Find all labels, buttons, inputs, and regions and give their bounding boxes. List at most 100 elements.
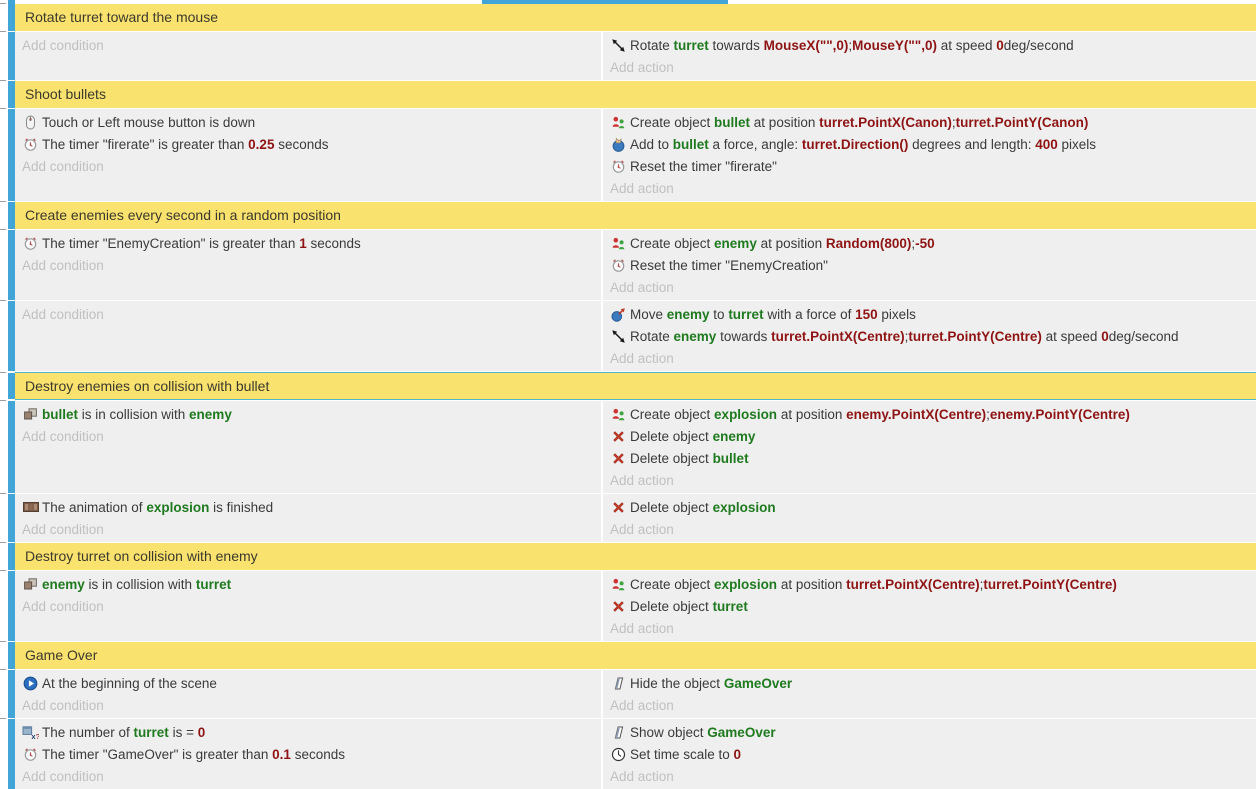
conditions-cell[interactable]: bullet is in collision with enemyAdd con… — [15, 401, 603, 493]
conditions-cell[interactable]: Add condition — [15, 301, 603, 371]
comment-row[interactable]: Shoot bullets — [15, 81, 1256, 108]
text-segment: 0 — [1101, 329, 1109, 344]
add-condition-button[interactable]: Add condition — [22, 155, 597, 177]
text-segment: Move — [630, 307, 667, 322]
text-segment: The number of — [42, 725, 134, 740]
condition-line[interactable]: bullet is in collision with enemy — [22, 403, 597, 425]
action-line[interactable]: Delete object turret — [610, 595, 1252, 617]
condition-line[interactable]: The animation of explosion is finished — [22, 496, 597, 518]
action-text: Set time scale to 0 — [630, 747, 741, 762]
add-condition-button[interactable]: Add condition — [22, 425, 597, 447]
action-line[interactable]: Create object explosion at position turr… — [610, 573, 1252, 595]
action-line[interactable]: Add to bullet a force, angle: turret.Dir… — [610, 133, 1252, 155]
condition-line[interactable]: The timer "EnemyCreation" is greater tha… — [22, 232, 597, 254]
actions-cell[interactable]: Hide the object GameOverAdd action — [603, 670, 1256, 718]
conditions-cell[interactable]: At the beginning of the sceneAdd conditi… — [15, 670, 603, 718]
add-action-button[interactable]: Add action — [610, 469, 1252, 491]
actions-cell[interactable]: Create object explosion at position turr… — [603, 571, 1256, 641]
action-line[interactable]: Reset the timer "firerate" — [610, 155, 1252, 177]
comment-text: Destroy enemies on collision with bullet — [25, 378, 269, 394]
animation-icon — [22, 499, 39, 515]
add-condition-button[interactable]: Add condition — [22, 765, 597, 787]
add-condition-button[interactable]: Add condition — [22, 595, 597, 617]
add-condition-button[interactable]: Add condition — [22, 254, 597, 276]
event-row[interactable]: x?The number of turret is = 0The timer "… — [15, 719, 1256, 789]
add-action-button[interactable]: Add action — [610, 518, 1252, 540]
conditions-cell[interactable]: x?The number of turret is = 0The timer "… — [15, 719, 603, 789]
text-segment: enemy — [667, 307, 710, 322]
action-text: Create object bullet at position turret.… — [630, 115, 1088, 130]
conditions-cell[interactable]: Add condition — [15, 32, 603, 80]
event-row[interactable]: The timer "EnemyCreation" is greater tha… — [15, 230, 1256, 300]
actions-cell[interactable]: Create object bullet at position turret.… — [603, 109, 1256, 201]
condition-line[interactable]: The timer "GameOver" is greater than 0.1… — [22, 743, 597, 765]
action-line[interactable]: Create object enemy at position Random(8… — [610, 232, 1252, 254]
action-line[interactable]: Show object GameOver — [610, 721, 1252, 743]
action-line[interactable]: Delete object explosion — [610, 496, 1252, 518]
create-object-icon — [610, 406, 627, 422]
conditions-cell[interactable]: enemy is in collision with turretAdd con… — [15, 571, 603, 641]
comment-row[interactable]: Rotate turret toward the mouse — [15, 4, 1256, 31]
event-sheet: Rotate turret toward the mouseAdd condit… — [0, 4, 1256, 789]
add-action-button[interactable]: Add action — [610, 276, 1252, 298]
conditions-cell[interactable]: The animation of explosion is finished Ad… — [15, 494, 603, 542]
action-line[interactable]: Set time scale to 0 — [610, 743, 1252, 765]
add-action-button[interactable]: Add action — [610, 617, 1252, 639]
actions-cell[interactable]: Move enemy to turret with a force of 150… — [603, 301, 1256, 371]
text-segment: turret.PointX(Canon) — [819, 115, 952, 130]
event-row[interactable]: Add condition Move enemy to turret with a… — [15, 301, 1256, 371]
event-row[interactable]: enemy is in collision with turretAdd con… — [15, 571, 1256, 641]
action-line[interactable]: Create object bullet at position turret.… — [610, 111, 1252, 133]
action-line[interactable]: Rotate enemy towards turret.PointX(Centr… — [610, 325, 1252, 347]
comment-row[interactable]: Destroy turret on collision with enemy — [15, 543, 1256, 570]
event-row[interactable]: The animation of explosion is finished Ad… — [15, 494, 1256, 542]
action-line[interactable]: Create object explosion at position enem… — [610, 403, 1252, 425]
conditions-cell[interactable]: The timer "EnemyCreation" is greater tha… — [15, 230, 603, 300]
add-condition-button[interactable]: Add condition — [22, 34, 597, 56]
actions-cell[interactable]: Create object enemy at position Random(8… — [603, 230, 1256, 300]
action-line[interactable]: Move enemy to turret with a force of 150… — [610, 303, 1252, 325]
condition-line[interactable]: Touch or Left mouse button is down — [22, 111, 597, 133]
action-line[interactable]: Delete object bullet — [610, 447, 1252, 469]
comment-row[interactable]: Game Over — [15, 642, 1256, 669]
event-row[interactable]: At the beginning of the sceneAdd conditi… — [15, 670, 1256, 718]
add-action-button[interactable]: Add action — [610, 694, 1252, 716]
event-row[interactable]: bullet is in collision with enemyAdd con… — [15, 401, 1256, 493]
action-line[interactable]: Delete object enemy — [610, 425, 1252, 447]
tree-tick — [0, 80, 6, 81]
timer-icon — [22, 235, 39, 251]
mouse-icon — [22, 114, 39, 130]
comment-row[interactable]: Create enemies every second in a random … — [15, 202, 1256, 229]
add-condition-button[interactable]: Add condition — [22, 694, 597, 716]
condition-line[interactable]: x?The number of turret is = 0 — [22, 721, 597, 743]
add-action-button[interactable]: Add action — [610, 56, 1252, 78]
event-row[interactable]: Touch or Left mouse button is downThe ti… — [15, 109, 1256, 201]
add-action-button[interactable]: Add action — [610, 177, 1252, 199]
add-condition-button[interactable]: Add condition — [22, 518, 597, 540]
action-text: Delete object enemy — [630, 429, 755, 444]
text-segment: The animation of — [42, 500, 146, 515]
actions-cell[interactable]: Rotate turret towards MouseX("",0);Mouse… — [603, 32, 1256, 80]
actions-cell[interactable]: Create object explosion at position enem… — [603, 401, 1256, 493]
actions-cell[interactable]: Delete object explosionAdd action — [603, 494, 1256, 542]
text-segment: Hide the object — [630, 676, 724, 691]
action-line[interactable]: Hide the object GameOver — [610, 672, 1252, 694]
action-line[interactable]: Reset the timer "EnemyCreation" — [610, 254, 1252, 276]
condition-line[interactable]: enemy is in collision with turret — [22, 573, 597, 595]
comment-row[interactable]: Destroy enemies on collision with bullet — [15, 372, 1256, 400]
add-action-button[interactable]: Add action — [610, 765, 1252, 787]
add-condition-button[interactable]: Add condition — [22, 303, 597, 325]
text-segment: at position — [777, 407, 846, 422]
action-line[interactable]: Rotate turret towards MouseX("",0);Mouse… — [610, 34, 1252, 56]
visibility-icon — [610, 724, 627, 740]
add-action-button[interactable]: Add action — [610, 347, 1252, 369]
condition-line[interactable]: At the beginning of the scene — [22, 672, 597, 694]
conditions-cell[interactable]: Touch or Left mouse button is downThe ti… — [15, 109, 603, 201]
text-segment: a force, angle: — [709, 137, 802, 152]
action-text: Move enemy to turret with a force of 150… — [630, 307, 916, 322]
actions-cell[interactable]: Show object GameOver Set time scale to 0 A… — [603, 719, 1256, 789]
event-row[interactable]: Add condition Rotate turret towards Mouse… — [15, 32, 1256, 80]
tree-tick — [0, 718, 6, 719]
condition-line[interactable]: The timer "firerate" is greater than 0.2… — [22, 133, 597, 155]
condition-text: The animation of explosion is finished — [42, 500, 273, 515]
